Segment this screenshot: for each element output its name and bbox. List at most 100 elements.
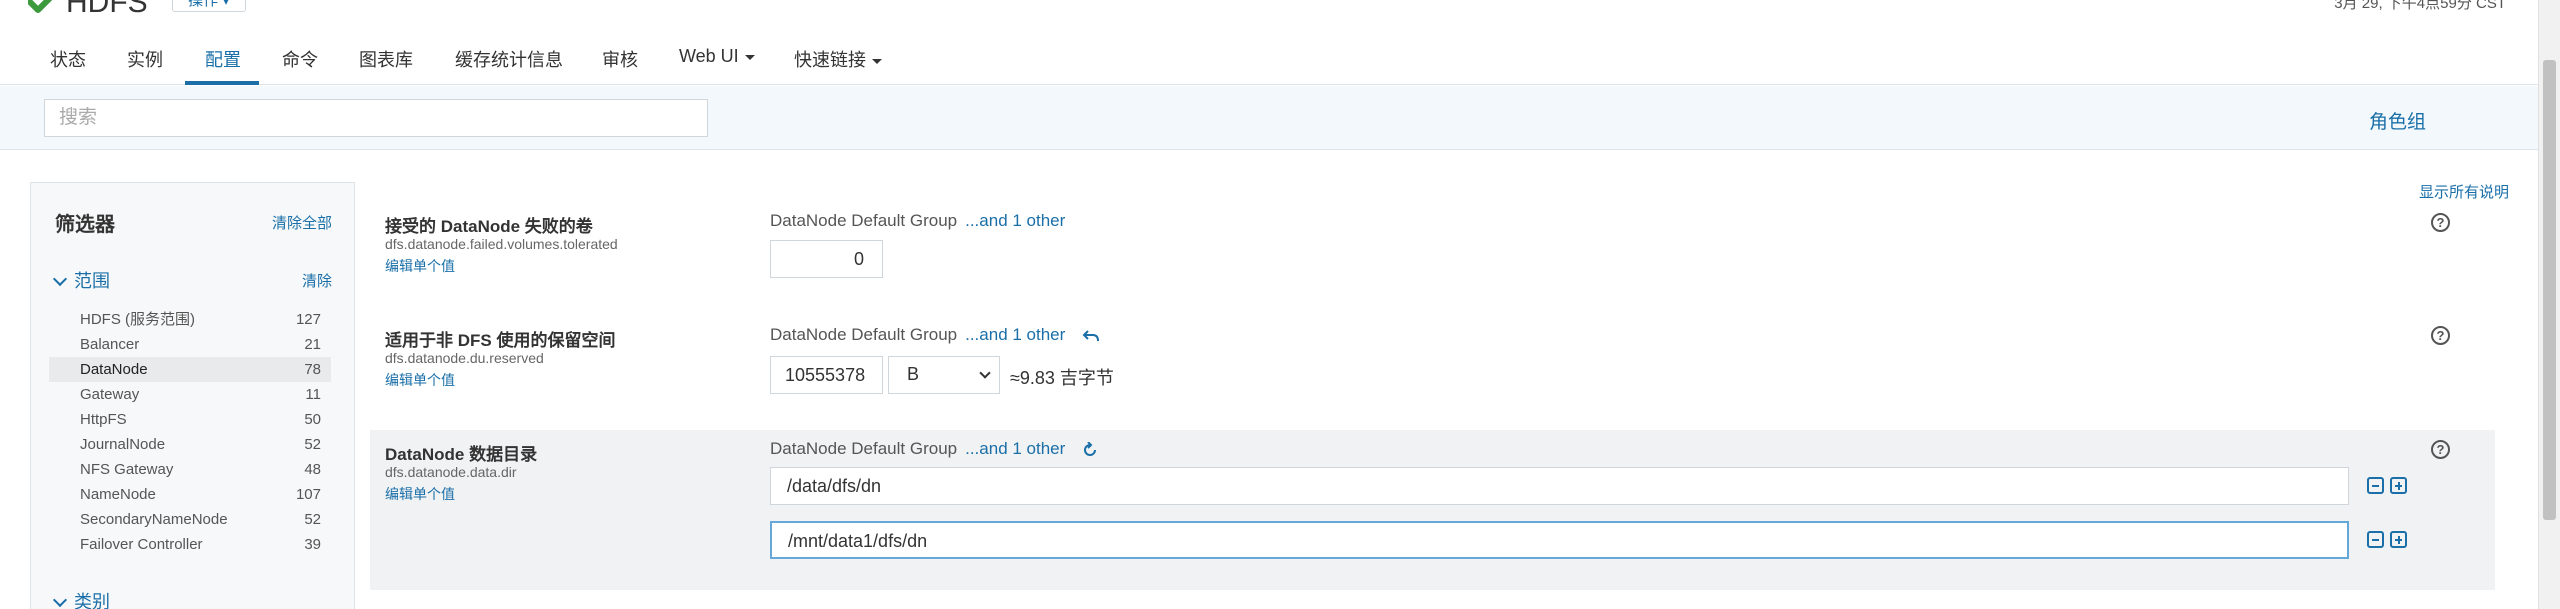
scrollbar-thumb[interactable] [2543,60,2556,520]
add-dir-icon[interactable] [2390,477,2407,494]
group-name: DataNode Default Group [770,325,958,344]
scope-item-count: 50 [304,411,321,428]
property-title: 适用于非 DFS 使用的保留空间 [385,331,616,350]
tab-charts-library[interactable]: 图表库 [359,46,413,72]
tab-label: 图表库 [359,50,413,70]
property-key: dfs.datanode.failed.volumes.tolerated [385,236,618,252]
tab-instances[interactable]: 实例 [127,46,163,72]
scope-item-count: 52 [304,511,321,528]
check-icon [28,0,53,13]
scope-item-label: SecondaryNameNode [80,511,228,528]
scope-item-nfs-gateway[interactable]: NFS Gateway 48 [49,457,331,482]
property-title: DataNode 数据目录 [385,445,538,464]
edit-individual-value-link[interactable]: 编辑单个值 [385,256,455,276]
scope-item-gateway[interactable]: Gateway 11 [49,382,331,407]
datetime-display: 3月 29, 下午4点59分 CST [2334,0,2506,12]
scope-item-count: 48 [304,461,321,478]
edit-individual-value-link[interactable]: 编辑单个值 [385,484,455,504]
filter-sidebar: 筛选器 清除全部 范围 清除 HDFS (服务范围) 127 Balancer 21… [30,182,355,609]
scope-section-toggle[interactable]: 范围 [52,267,110,293]
property-key: dfs.datanode.data.dir [385,464,517,480]
data-dir-input-2[interactable]: /mnt/data1/dfs/dn [770,521,2349,559]
add-dir-icon[interactable] [2390,531,2407,548]
property-title: 接受的 DataNode 失败的卷 [385,217,593,236]
tab-cache-statistics[interactable]: 缓存统计信息 [455,46,563,72]
property-key: dfs.datanode.du.reserved [385,350,544,366]
scope-item-count: 52 [304,436,321,453]
role-group-label: DataNode Default Group ...and 1 other [770,211,1065,231]
filter-title: 筛选器 [55,214,115,236]
chevron-down-icon [52,271,68,287]
group-name: DataNode Default Group [770,211,958,230]
tab-label: 实例 [127,50,163,70]
scope-item-label: NFS Gateway [80,461,174,478]
tab-label: Web UI [679,46,739,66]
scope-item-count: 107 [295,486,321,503]
tab-label: 审核 [602,50,638,70]
data-dir-input-1[interactable]: /data/dfs/dn [770,467,2349,505]
scope-item-datanode[interactable]: DataNode 78 [49,357,331,382]
search-input[interactable] [44,99,708,137]
and-other-link[interactable]: ...and 1 other [965,325,1065,344]
revert-icon[interactable] [1082,440,1098,458]
scope-item-label: Balancer [80,336,140,353]
scope-item-label: NameNode [80,486,156,503]
scope-item-label: HDFS (服务范围) [80,311,195,328]
remove-dir-icon[interactable] [2367,477,2384,494]
scope-item-label: Gateway [80,386,140,403]
role-group-link[interactable]: 角色组 [2369,107,2426,134]
role-group-label: DataNode Default Group ...and 1 other [770,325,1100,345]
help-icon[interactable]: ? [2431,326,2450,345]
scope-item-journalnode[interactable]: JournalNode 52 [49,432,331,457]
scope-item-count: 11 [305,386,321,403]
unit-select-value: B [907,364,920,384]
scope-item-secondarynamenode[interactable]: SecondaryNameNode 52 [49,507,331,532]
tab-bar: 状态 实例 配置 命令 图表库 缓存统计信息 审核 Web UI 快速链接 [0,30,2538,85]
caret-down-icon [744,54,755,60]
scope-item-hdfs-service[interactable]: HDFS (服务范围) 127 [49,307,331,332]
tab-web-ui[interactable]: Web UI [679,46,755,67]
scope-item-balancer[interactable]: Balancer 21 [49,332,331,357]
tab-label: 状态 [50,50,86,70]
config-row-data-dir: DataNode 数据目录 dfs.datanode.data.dir 编辑单个… [370,430,2495,590]
help-icon[interactable]: ? [2431,213,2450,232]
tab-label: 配置 [205,50,241,70]
scope-item-count: 127 [295,311,321,328]
tab-label: 快速链接 [794,50,866,70]
scope-item-label: JournalNode [80,436,166,453]
scope-item-count: 78 [304,361,321,378]
tab-commands[interactable]: 命令 [282,46,318,72]
tab-label: 缓存统计信息 [455,50,563,70]
scope-item-httpfs[interactable]: HttpFS 50 [49,407,331,432]
service-header: HDFS 操作 ▾ 3月 29, 下午4点59分 CST [0,0,2538,30]
edit-individual-value-link[interactable]: 编辑单个值 [385,370,455,390]
config-row-du-reserved: 适用于非 DFS 使用的保留空间 dfs.datanode.du.reserve… [370,314,2495,414]
scope-item-failover-controller[interactable]: Failover Controller 39 [49,532,331,557]
config-row-failed-volumes: 接受的 DataNode 失败的卷 dfs.datanode.failed.vo… [370,200,2495,300]
and-other-link[interactable]: ...and 1 other [965,439,1065,458]
unit-select[interactable]: B [888,356,1000,394]
scope-item-namenode[interactable]: NameNode 107 [49,482,331,507]
reserved-space-input[interactable]: 10555378 [770,356,883,394]
approx-size-text: ≈9.83 吉字节 [1010,368,1114,388]
page-scrollbar[interactable] [2538,0,2560,609]
failed-volumes-input[interactable]: 0 [770,240,883,278]
remove-dir-icon[interactable] [2367,531,2384,548]
tab-quick-links[interactable]: 快速链接 [794,46,882,72]
scope-clear-link[interactable]: 清除 [302,270,332,291]
tab-status[interactable]: 状态 [50,46,86,72]
help-icon[interactable]: ? [2431,440,2450,459]
clear-all-link[interactable]: 清除全部 [272,212,332,233]
chevron-down-icon [52,592,68,608]
undo-icon[interactable] [1082,329,1100,343]
category-section-title: 类别 [74,592,110,609]
tab-configuration[interactable]: 配置 [205,46,241,72]
show-all-descriptions-link[interactable]: 显示所有说明 [2419,181,2509,202]
and-other-link[interactable]: ...and 1 other [965,211,1065,230]
service-title: HDFS [66,0,148,19]
scope-list: HDFS (服务范围) 127 Balancer 21 DataNode 78 Gat… [49,307,331,557]
actions-dropdown-button[interactable]: 操作 ▾ [172,0,246,12]
category-section-toggle[interactable]: 类别 [52,588,110,609]
tab-audits[interactable]: 审核 [602,46,638,72]
scope-item-label: HttpFS [80,411,127,428]
